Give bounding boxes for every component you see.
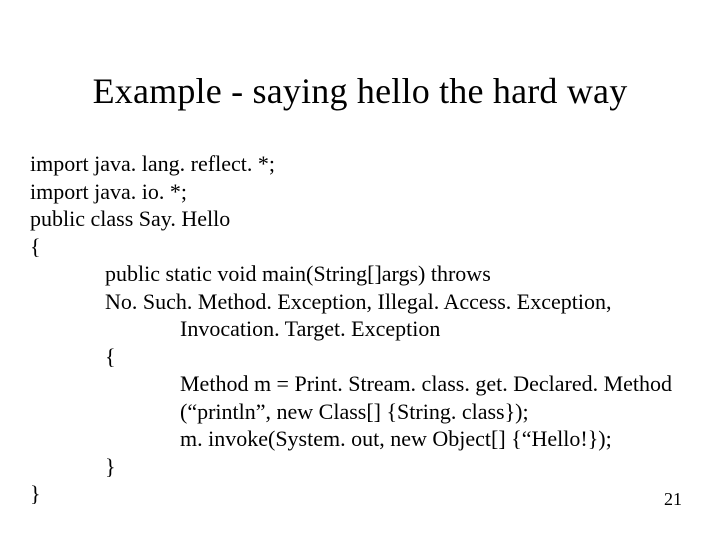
code-block: import java. lang. reflect. *; import ja…: [30, 150, 690, 508]
code-line: No. Such. Method. Exception, Illegal. Ac…: [30, 288, 690, 316]
code-line: (“println”, new Class[] {String. class})…: [30, 398, 690, 426]
code-line: public static void main(String[]args) th…: [30, 260, 690, 288]
code-line: {: [30, 343, 690, 371]
code-line: }: [30, 453, 690, 481]
code-line: {: [30, 233, 690, 261]
code-line: import java. io. *;: [30, 178, 690, 206]
code-line: Method m = Print. Stream. class. get. De…: [30, 370, 690, 398]
code-line: Invocation. Target. Exception: [30, 315, 690, 343]
code-line: public class Say. Hello: [30, 205, 690, 233]
page-number: 21: [664, 489, 682, 510]
slide: Example - saying hello the hard way impo…: [0, 0, 720, 540]
slide-title: Example - saying hello the hard way: [0, 70, 720, 112]
code-line: m. invoke(System. out, new Object[] {“He…: [30, 425, 690, 453]
code-line: }: [30, 480, 690, 508]
code-line: import java. lang. reflect. *;: [30, 150, 690, 178]
